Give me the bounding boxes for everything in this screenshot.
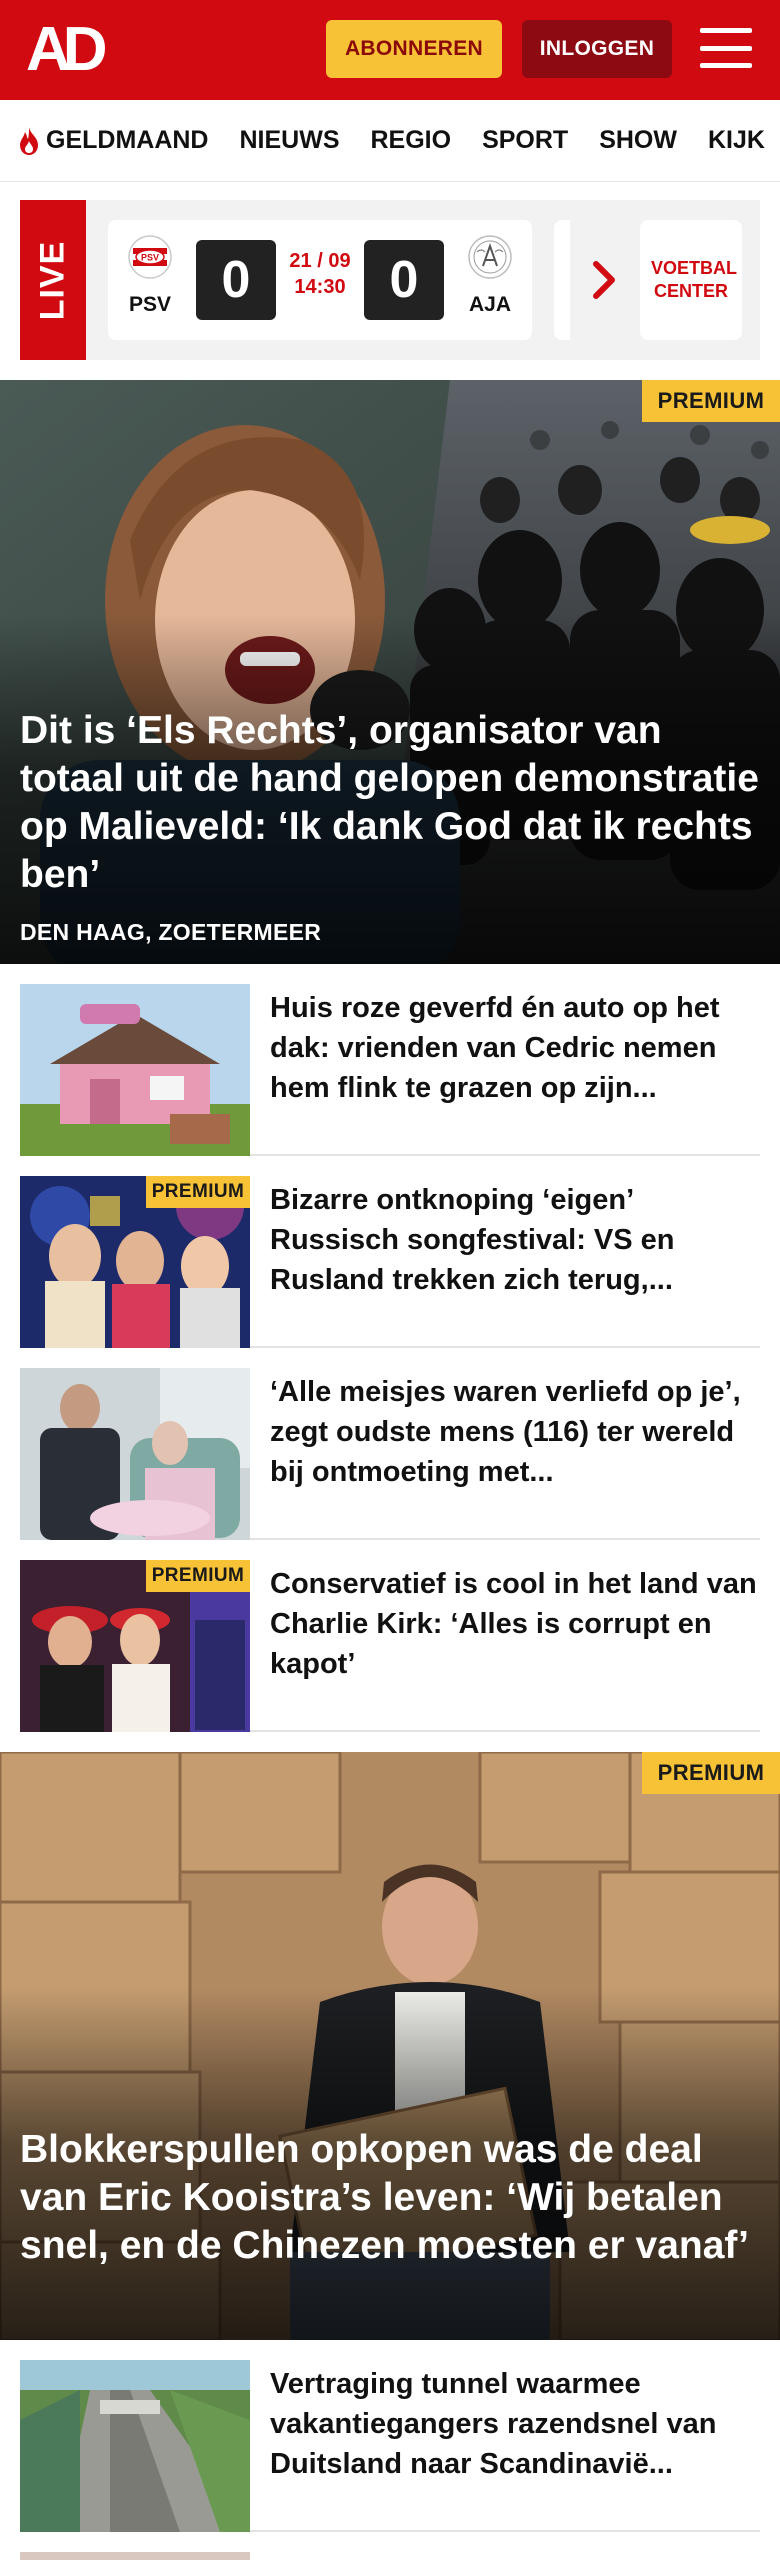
away-team-abbr: AJA — [468, 293, 511, 316]
list-item[interactable]: Vertraging tunnel waarmee vakantieganger… — [20, 2340, 760, 2532]
thumbnail-partial — [20, 2552, 250, 2560]
thumb-image-pink-house — [20, 984, 250, 1156]
hero-location: DEN HAAG, ZOETERMEER — [20, 919, 322, 945]
nav-item-show[interactable]: SHOW — [599, 126, 677, 155]
nav-label: GELDMAAND — [46, 126, 209, 154]
hero-article-2[interactable]: PREMIUM Blokkerspullen opkopen was de de… — [0, 1752, 780, 2340]
away-team: AJA — [460, 234, 520, 317]
logo-text: AD — [26, 15, 108, 84]
article-title[interactable]: ‘Alle meisjes waren verliefd op je’, zeg… — [270, 1372, 760, 1492]
live-tag: LIVE — [20, 200, 86, 360]
flame-icon — [20, 126, 38, 155]
svg-text:PSV: PSV — [141, 253, 159, 263]
article-title[interactable]: Bizarre ontknoping ‘eigen’ Russisch song… — [270, 1180, 760, 1300]
voetbal-center-label: VOETBAL CENTER — [651, 257, 738, 301]
nav-label: NIEUWS — [239, 126, 340, 154]
premium-badge: PREMIUM — [146, 1560, 250, 1592]
premium-badge: PREMIUM — [146, 1176, 250, 1208]
login-button[interactable]: INLOGGEN — [522, 20, 672, 78]
list-item[interactable]: Huis roze geverfd én auto op het dak: vr… — [20, 964, 760, 1156]
match-card[interactable]: PSV PSV 0 21 / 09 14:30 0 AJA — [108, 220, 532, 340]
article-title[interactable]: Conservatief is cool in het land van Cha… — [270, 1564, 760, 1684]
chevron-right-icon[interactable] — [590, 258, 620, 302]
nav-label: SHOW — [599, 126, 677, 154]
nav-item-nieuws[interactable]: NIEUWS — [240, 126, 340, 155]
ad-logo[interactable]: AD — [26, 15, 116, 84]
nav-label: KIJK — [707, 126, 765, 154]
subscribe-button[interactable]: ABONNEREN — [326, 20, 502, 78]
nav-label: REGIO — [370, 126, 452, 154]
article-title[interactable]: Vertraging tunnel waarmee vakantieganger… — [270, 2364, 760, 2484]
away-score: 0 — [364, 240, 444, 320]
premium-badge: PREMIUM — [642, 1752, 780, 1794]
match-datetime: 21 / 09 14:30 — [278, 248, 362, 300]
match-date: 21 / 09 — [289, 250, 351, 272]
match-time: 14:30 — [294, 276, 346, 298]
next-match-card[interactable] — [554, 220, 570, 340]
list-item[interactable]: ‘Alle meisjes waren verliefd op je’, zeg… — [20, 1348, 760, 1540]
premium-badge: PREMIUM — [642, 380, 780, 422]
nav-item-geldmaand[interactable]: GELDMAAND — [18, 126, 209, 156]
voetbal-center-link[interactable]: VOETBAL CENTER — [640, 220, 742, 340]
thumbnail — [20, 984, 250, 1156]
live-label: LIVE — [33, 240, 72, 320]
thumb-image-oldest-person — [20, 1368, 250, 1540]
list-item-partial[interactable] — [20, 2532, 760, 2560]
section-nav: GELDMAAND NIEUWS REGIO SPORT SHOW KIJK — [0, 100, 780, 182]
hero-article-1[interactable]: PREMIUM Dit is ‘Els Rechts’, organisator… — [0, 380, 780, 964]
hero-title[interactable]: Blokkerspullen opkopen was de deal van E… — [20, 2126, 765, 2270]
list-item[interactable]: PREMIUM Bizarre ontknoping ‘eigen’ Russi… — [20, 1156, 760, 1348]
thumbnail — [20, 1368, 250, 1540]
nav-item-sport[interactable]: SPORT — [482, 126, 568, 155]
psv-crest-icon: PSV — [128, 235, 172, 279]
nav-item-regio[interactable]: REGIO — [371, 126, 452, 155]
thumbnail: PREMIUM — [20, 1560, 250, 1732]
home-team: PSV PSV — [120, 234, 180, 317]
nav-item-kijk[interactable]: KIJK — [708, 126, 765, 155]
article-title[interactable]: Huis roze geverfd én auto op het dak: vr… — [270, 988, 760, 1108]
live-scoreboard: LIVE PSV PSV 0 21 / 09 14:30 0 AJA VOETB… — [20, 200, 760, 360]
top-bar: AD ABONNEREN INLOGGEN — [0, 0, 780, 100]
nav-label: SPORT — [482, 126, 569, 154]
thumbnail: PREMIUM — [20, 1176, 250, 1348]
list-item[interactable]: PREMIUM Conservatief is cool in het land… — [20, 1540, 760, 1732]
menu-icon[interactable] — [700, 24, 752, 72]
ajax-crest-icon — [468, 235, 512, 279]
home-team-abbr: PSV — [128, 293, 172, 316]
thumb-image-tunnel — [20, 2360, 250, 2532]
home-score: 0 — [196, 240, 276, 320]
thumbnail — [20, 2360, 250, 2532]
hero-title[interactable]: Dit is ‘Els Rechts’, organisator van tot… — [20, 707, 765, 899]
